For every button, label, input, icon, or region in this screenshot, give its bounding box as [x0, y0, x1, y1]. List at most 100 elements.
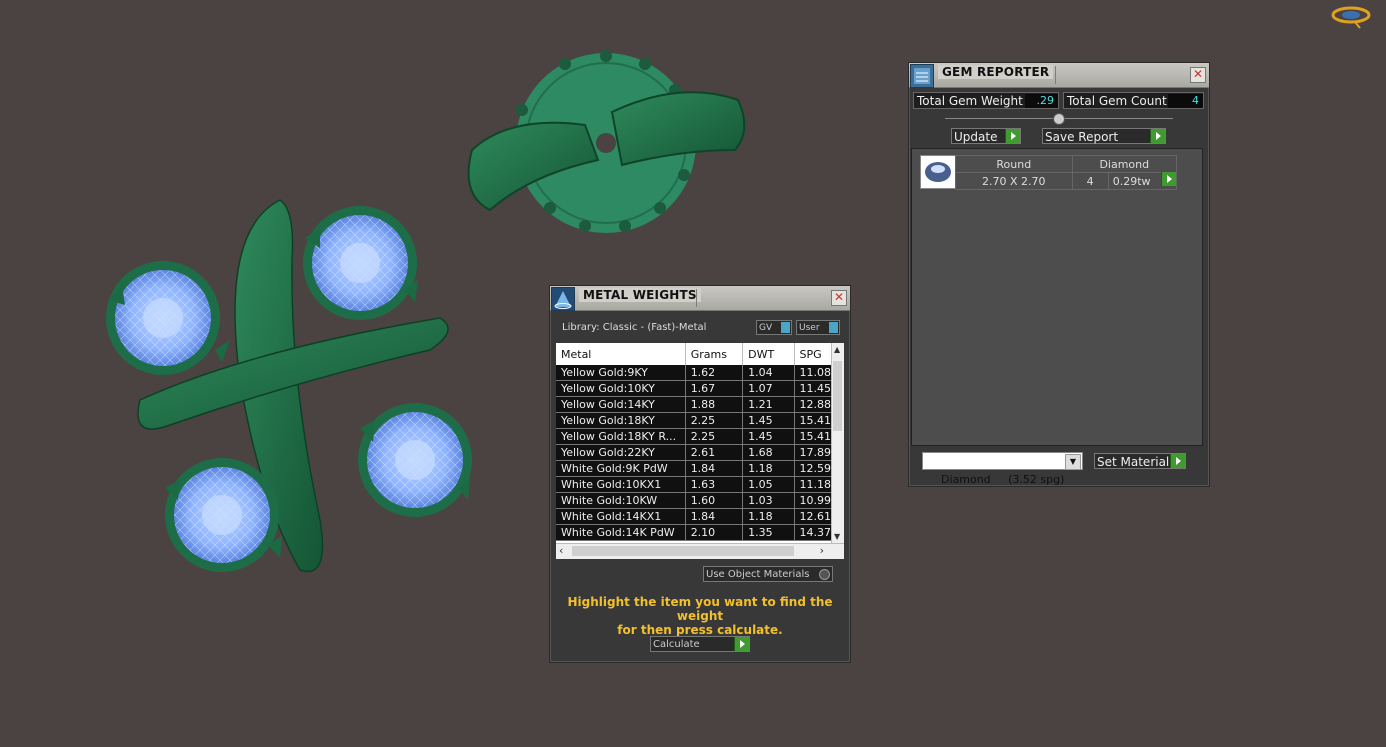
gem-thumbnail[interactable] — [920, 155, 956, 189]
cell-dwt: 1.05 — [742, 476, 795, 493]
vertical-scrollbar[interactable]: ▲ ▼ — [831, 343, 844, 543]
info-icon — [829, 322, 838, 333]
cell-grams: 1.84 — [685, 508, 744, 525]
scroll-thumb-h[interactable] — [572, 546, 794, 556]
calculate-label: Calculate — [653, 639, 700, 650]
cell-dwt: 1.03 — [742, 492, 795, 509]
cell-dwt: 1.07 — [742, 380, 795, 397]
gv-label: GV — [759, 323, 773, 333]
use-object-materials-toggle[interactable]: Use Object Materials — [703, 566, 833, 582]
chevron-down-icon[interactable]: ▼ — [1065, 454, 1081, 470]
table-row[interactable]: White Gold:10KX1 1.63 1.05 11.18 — [556, 476, 832, 493]
table-row[interactable]: White Gold:14K PdW 2.10 1.35 14.37 — [556, 524, 832, 541]
table-row[interactable]: Yellow Gold:10KY 1.67 1.07 11.45 — [556, 380, 832, 397]
table-row[interactable]: Yellow Gold:14KY 1.88 1.21 12.88 — [556, 396, 832, 413]
play-arrow-icon — [1005, 129, 1020, 143]
cell-spg: 11.45 — [794, 380, 832, 397]
table-row[interactable]: White Gold:14KX1 1.84 1.18 12.61 — [556, 508, 832, 525]
save-report-button[interactable]: Save Report — [1042, 128, 1166, 144]
cell-spg: 14.37 — [794, 524, 832, 541]
cell-metal: White Gold:9K PdW — [556, 460, 686, 477]
total-gem-weight-value: .29 — [1025, 94, 1058, 108]
calculate-button[interactable]: Calculate — [650, 636, 750, 652]
gem-shape-cell: Round — [955, 155, 1073, 173]
close-icon[interactable]: ✕ — [831, 290, 847, 306]
cell-dwt: 1.68 — [742, 444, 795, 461]
gem-reporter-titlebar[interactable]: GEM REPORTER ✕ — [909, 63, 1209, 88]
table-row[interactable]: Yellow Gold:18KY R... 2.25 1.45 15.41 — [556, 428, 832, 445]
play-arrow-icon — [1170, 454, 1185, 468]
cell-dwt: 1.45 — [742, 428, 795, 445]
library-label: Library: Classic - (Fast)-Metal — [562, 322, 707, 333]
close-icon[interactable]: ✕ — [1190, 67, 1206, 83]
user-toggle[interactable]: User — [796, 320, 840, 335]
col-dwt[interactable]: DWT — [742, 343, 795, 365]
scroll-down-icon[interactable]: ▼ — [834, 532, 840, 541]
user-label: User — [799, 323, 820, 333]
play-arrow-icon — [1150, 129, 1165, 143]
cell-metal: White Gold:14KX1 — [556, 508, 686, 525]
set-material-label: Set Material — [1097, 455, 1170, 469]
total-gem-weight-label: Total Gem Weight — [917, 94, 1023, 108]
scroll-right-icon[interactable]: › — [820, 544, 824, 557]
cell-grams: 1.62 — [685, 365, 744, 381]
gem-reporter-icon — [910, 64, 934, 88]
cell-spg: 11.18 — [794, 476, 832, 493]
save-report-label: Save Report — [1045, 130, 1119, 144]
gem-stone-top-left — [106, 261, 220, 375]
cell-dwt: 1.18 — [742, 508, 795, 525]
material-select[interactable]: Diamond (3.52 spg) ▼ — [922, 452, 1083, 486]
cell-grams: 2.25 — [685, 428, 744, 445]
earring-disc-model[interactable] — [467, 50, 746, 233]
cell-grams: 1.67 — [685, 380, 744, 397]
splitter-handle[interactable] — [1053, 113, 1065, 125]
col-spg[interactable]: SPG — [794, 343, 832, 365]
instruction-message: Highlight the item you want to find the … — [556, 595, 844, 637]
cell-spg: 12.88 — [794, 396, 832, 413]
cell-spg: 12.59 — [794, 460, 832, 477]
cell-grams: 1.88 — [685, 396, 744, 413]
table-row[interactable]: Yellow Gold:18KY 2.25 1.45 15.41 — [556, 412, 832, 429]
scroll-thumb[interactable] — [833, 361, 842, 431]
total-gem-count-field: Total Gem Count 4 — [1063, 92, 1204, 109]
gem-row-go-icon[interactable] — [1161, 172, 1176, 186]
cell-grams: 1.84 — [685, 460, 744, 477]
cell-metal: Yellow Gold:22KY — [556, 444, 686, 461]
scroll-up-icon[interactable]: ▲ — [834, 345, 840, 354]
gem-material-cell: Diamond — [1071, 155, 1178, 173]
gem-stone-bottom-left — [165, 458, 279, 572]
total-gem-count-value: 4 — [1168, 94, 1203, 108]
gem-stone-top-right — [303, 206, 417, 320]
metal-table[interactable]: Metal Grams DWT SPG Yellow Gold:9KY 1.62 1… — [556, 343, 844, 559]
gem-list-area[interactable]: Round Diamond 2.70 X 2.70 4 0.29tw — [911, 148, 1203, 446]
cell-dwt: 1.35 — [742, 524, 795, 541]
cell-metal: Yellow Gold:18KY R... — [556, 428, 686, 445]
cell-spg: 17.89 — [794, 444, 832, 461]
table-row[interactable]: White Gold:10KW 1.60 1.03 10.99 — [556, 492, 832, 509]
table-row[interactable]: White Gold:9K PdW 1.84 1.18 12.59 — [556, 460, 832, 477]
col-grams[interactable]: Grams — [685, 343, 744, 365]
set-material-button[interactable]: Set Material — [1094, 453, 1186, 469]
play-arrow-icon — [734, 637, 749, 651]
use-object-materials-label: Use Object Materials — [706, 569, 810, 580]
cell-grams: 2.61 — [685, 444, 744, 461]
update-label: Update — [954, 130, 998, 144]
scroll-left-icon[interactable]: ‹ — [559, 544, 563, 557]
cell-grams: 1.63 — [685, 476, 744, 493]
ring-model[interactable] — [106, 199, 472, 573]
total-gem-count-label: Total Gem Count — [1067, 94, 1167, 108]
instruction-line-2: for then press calculate. — [617, 623, 783, 637]
table-row[interactable]: Yellow Gold:9KY 1.62 1.04 11.08 — [556, 365, 832, 381]
total-gem-weight-field: Total Gem Weight .29 — [913, 92, 1059, 109]
table-row[interactable]: Yellow Gold:22KY 2.61 1.68 17.89 — [556, 444, 832, 461]
navigation-gizmo-icon[interactable] — [1331, 6, 1371, 29]
gem-reporter-panel: GEM REPORTER ✕ Total Gem Weight .29 Tota… — [908, 62, 1210, 487]
horizontal-scrollbar[interactable]: ‹ › — [556, 543, 844, 559]
instruction-line-1: Highlight the item you want to find the … — [567, 595, 833, 623]
cell-metal: Yellow Gold:14KY — [556, 396, 686, 413]
col-metal[interactable]: Metal — [556, 343, 686, 365]
gem-table: Round Diamond 2.70 X 2.70 4 0.29tw — [955, 155, 1178, 190]
update-button[interactable]: Update — [951, 128, 1021, 144]
gv-toggle[interactable]: GV — [756, 320, 792, 335]
metal-weights-titlebar[interactable]: METAL WEIGHTS ✕ — [550, 286, 850, 311]
